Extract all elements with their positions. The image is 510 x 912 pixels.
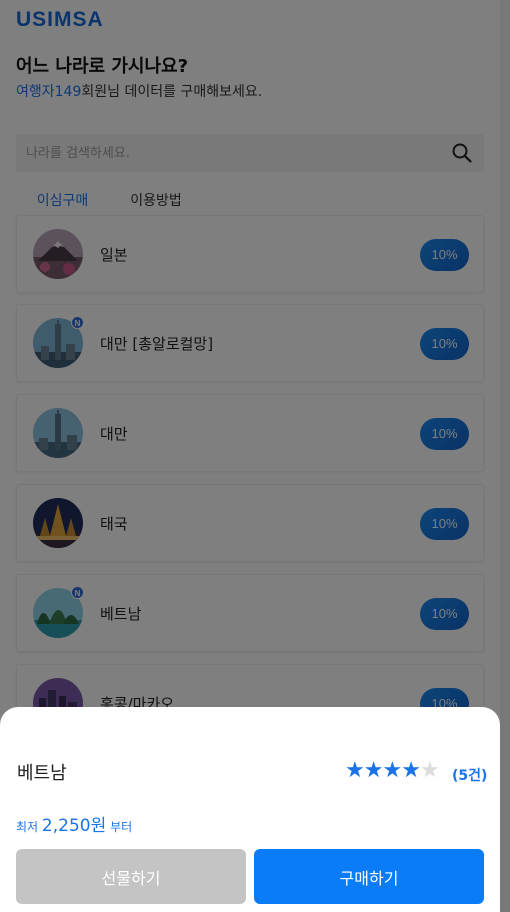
star-filled-icon: ★ bbox=[345, 758, 365, 783]
star-filled-icon: ★ bbox=[401, 758, 421, 783]
price-line: 최저 2,250원 부터 bbox=[16, 811, 132, 836]
star-filled-icon: ★ bbox=[382, 758, 402, 783]
rating-stars: ★★★★★ bbox=[345, 758, 440, 783]
price-prefix: 최저 bbox=[16, 820, 39, 834]
star-filled-icon: ★ bbox=[363, 758, 384, 783]
price-suffix: 부터 bbox=[110, 820, 133, 834]
buy-button[interactable]: 구매하기 bbox=[254, 849, 484, 904]
gift-button[interactable]: 선물하기 bbox=[16, 849, 246, 904]
star-empty-icon: ★ bbox=[419, 758, 440, 783]
review-count[interactable]: (5건) bbox=[452, 765, 487, 785]
price-amount: 2,250원 bbox=[41, 816, 107, 836]
selected-country-name: 베트남 bbox=[17, 763, 67, 784]
purchase-bottom-sheet: 베트남 ★★★★★ (5건) 최저 2,250원 부터 선물하기 구매하기 bbox=[0, 707, 500, 912]
